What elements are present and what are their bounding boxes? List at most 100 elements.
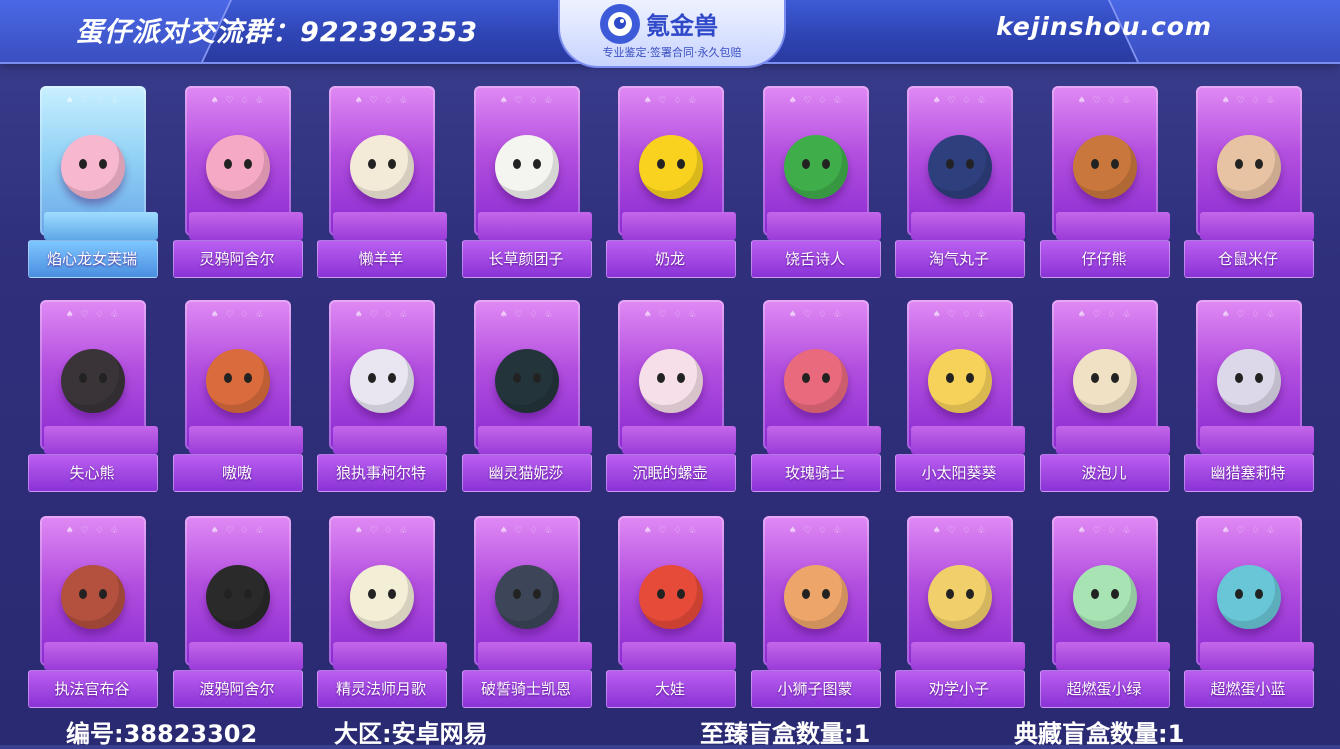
skin-figure-icon: [341, 126, 423, 208]
card-pedestal-step: [478, 426, 592, 454]
figure-body: [1073, 349, 1137, 413]
skin-card[interactable]: ♠ ♡ ♢ ♧ 超燃蛋小蓝: [1184, 512, 1330, 708]
skin-figure-icon: [52, 126, 134, 208]
skin-card[interactable]: ♠ ♡ ♢ ♧ 精灵法师月歌: [317, 512, 463, 708]
skin-figure-icon: [919, 340, 1001, 422]
eye-icon: [533, 159, 541, 169]
eye-icon: [99, 373, 107, 383]
skin-card[interactable]: ♠ ♡ ♢ ♧ 嗷嗷: [173, 296, 319, 492]
skin-name: 精灵法师月歌: [335, 680, 426, 698]
skin-card[interactable]: ♠ ♡ ♢ ♧ 长草颜团子: [462, 82, 608, 278]
skin-card[interactable]: ♠ ♡ ♢ ♧ 超燃蛋小绿: [1040, 512, 1186, 708]
skin-card[interactable]: ♠ ♡ ♢ ♧ 淘气丸子: [895, 82, 1041, 278]
card-pedestal-step: [622, 642, 736, 670]
skin-card[interactable]: ♠ ♡ ♢ ♧ 焰心龙女芙瑞: [28, 82, 174, 278]
eye-icon: [388, 589, 396, 599]
skin-figure-icon: [341, 556, 423, 638]
skin-card[interactable]: ♠ ♡ ♢ ♧ 大娃: [606, 512, 752, 708]
skin-grid: ♠ ♡ ♢ ♧ 焰心龙女芙瑞 ♠ ♡ ♢ ♧ 灵鸦阿舍尔 ♠ ♡ ♢ ♧ 懒羊羊 ♠ ♡ ♢…: [0, 0, 1340, 745]
eye-icon: [822, 159, 830, 169]
figure-body: [1073, 565, 1137, 629]
skin-card[interactable]: ♠ ♡ ♢ ♧ 仓鼠米仔: [1184, 82, 1330, 278]
skin-figure-icon: [775, 556, 857, 638]
skin-card[interactable]: ♠ ♡ ♢ ♧ 幽灵猫妮莎: [462, 296, 608, 492]
brand-name: 氪金兽: [646, 12, 718, 40]
supreme-box-count: 至臻盲盒数量:1: [700, 720, 871, 748]
eye-icon: [533, 373, 541, 383]
card-pedestal-step: [1056, 426, 1170, 454]
skin-card[interactable]: ♠ ♡ ♢ ♧ 灵鸦阿舍尔: [173, 82, 319, 278]
figure-body: [928, 135, 992, 199]
figure-body: [206, 565, 270, 629]
skin-figure-icon: [919, 126, 1001, 208]
card-pedestal-step: [911, 212, 1025, 240]
card-suit-icons: ♠ ♡ ♢ ♧: [788, 526, 844, 536]
card-suit-icons: ♠ ♡ ♢ ♧: [354, 96, 410, 106]
card-suit-icons: ♠ ♡ ♢ ♧: [1077, 96, 1133, 106]
card-pedestal-step: [767, 212, 881, 240]
skin-name: 饶舌诗人: [784, 250, 845, 268]
eye-icon: [1091, 589, 1099, 599]
skin-card[interactable]: ♠ ♡ ♢ ♧ 狼执事柯尔特: [317, 296, 463, 492]
figure-body: [784, 135, 848, 199]
skin-name: 幽灵猫妮莎: [488, 464, 564, 482]
skin-card[interactable]: ♠ ♡ ♢ ♧ 懒羊羊: [317, 82, 463, 278]
skin-name: 小太阳葵葵: [921, 464, 997, 482]
eye-icon: [79, 589, 87, 599]
skin-name: 执法官布谷: [54, 680, 130, 698]
skin-name: 长草颜团子: [488, 250, 564, 268]
skin-card[interactable]: ♠ ♡ ♢ ♧ 渡鸦阿舍尔: [173, 512, 319, 708]
eye-icon: [802, 373, 810, 383]
skin-figure-icon: [630, 556, 712, 638]
skin-card[interactable]: ♠ ♡ ♢ ♧ 小狮子图蒙: [751, 512, 897, 708]
skin-card[interactable]: ♠ ♡ ♢ ♧ 仔仔熊: [1040, 82, 1186, 278]
figure-body: [928, 349, 992, 413]
card-pedestal-step: [1200, 642, 1314, 670]
site-url-text[interactable]: kejinshou.com: [996, 12, 1212, 41]
skin-figure-icon: [1208, 126, 1290, 208]
card-suit-icons: ♠ ♡ ♢ ♧: [1077, 526, 1133, 536]
card-suit-icons: ♠ ♡ ♢ ♧: [932, 310, 988, 320]
eye-icon: [677, 373, 685, 383]
skin-name: 破誓骑士凯恩: [480, 680, 571, 698]
skin-figure-icon: [486, 340, 568, 422]
eye-icon: [966, 589, 974, 599]
skin-card[interactable]: ♠ ♡ ♢ ♧ 幽猎塞莉特: [1184, 296, 1330, 492]
skin-figure-icon: [775, 340, 857, 422]
eye-icon: [1111, 589, 1119, 599]
skin-card[interactable]: ♠ ♡ ♢ ♧ 饶舌诗人: [751, 82, 897, 278]
skin-figure-icon: [197, 126, 279, 208]
eye-icon: [533, 589, 541, 599]
skin-card[interactable]: ♠ ♡ ♢ ♧ 失心熊: [28, 296, 174, 492]
card-suit-icons: ♠ ♡ ♢ ♧: [354, 526, 410, 536]
brand-logo: 氪金兽 专业鉴定·签署合同·永久包赔: [558, 0, 786, 68]
monster-logo-icon: [600, 4, 640, 44]
skin-card[interactable]: ♠ ♡ ♢ ♧ 奶龙: [606, 82, 752, 278]
eye-icon: [388, 373, 396, 383]
card-suit-icons: ♠ ♡ ♢ ♧: [499, 526, 555, 536]
card-suit-icons: ♠ ♡ ♢ ♧: [788, 96, 844, 106]
skin-name: 超燃蛋小绿: [1066, 680, 1142, 698]
figure-body: [1073, 135, 1137, 199]
skin-card[interactable]: ♠ ♡ ♢ ♧ 玫瑰骑士: [751, 296, 897, 492]
skin-card[interactable]: ♠ ♡ ♢ ♧ 破誓骑士凯恩: [462, 512, 608, 708]
skin-card[interactable]: ♠ ♡ ♢ ♧ 小太阳葵葵: [895, 296, 1041, 492]
card-suit-icons: ♠ ♡ ♢ ♧: [1221, 526, 1277, 536]
skin-card[interactable]: ♠ ♡ ♢ ♧ 执法官布谷: [28, 512, 174, 708]
card-pedestal-step: [911, 642, 1025, 670]
skin-card[interactable]: ♠ ♡ ♢ ♧ 劝学小子: [895, 512, 1041, 708]
figure-body: [350, 349, 414, 413]
card-pedestal-step: [767, 426, 881, 454]
eye-icon: [677, 159, 685, 169]
skin-card[interactable]: ♠ ♡ ♢ ♧ 沉眠的螺壶: [606, 296, 752, 492]
card-suit-icons: ♠ ♡ ♢ ♧: [65, 526, 121, 536]
skin-figure-icon: [630, 126, 712, 208]
skin-name: 奶龙: [654, 250, 685, 268]
card-suit-icons: ♠ ♡ ♢ ♧: [1077, 310, 1133, 320]
figure-body: [61, 135, 125, 199]
eye-icon: [99, 159, 107, 169]
skin-card[interactable]: ♠ ♡ ♢ ♧ 波泡儿: [1040, 296, 1186, 492]
skin-name: 懒羊羊: [358, 250, 404, 268]
eye-icon: [946, 589, 954, 599]
figure-body: [784, 349, 848, 413]
